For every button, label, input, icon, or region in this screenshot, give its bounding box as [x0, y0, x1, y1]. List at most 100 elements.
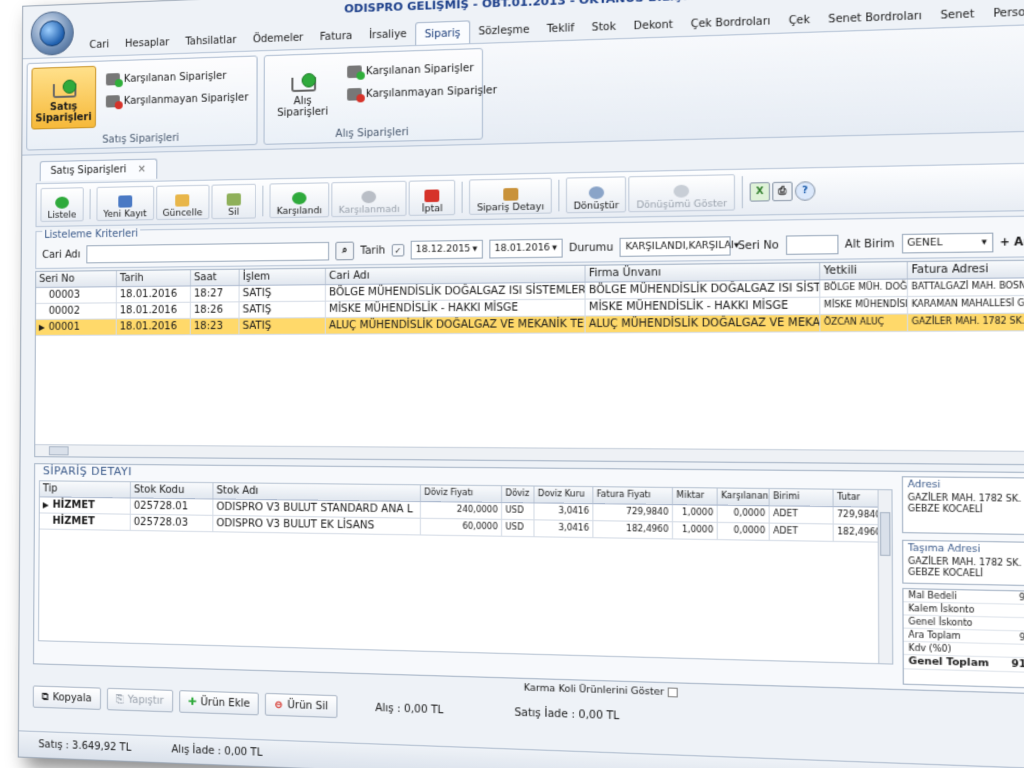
column-header[interactable]: Karşılanan [718, 488, 770, 505]
add-product-button[interactable]: ✚ Ürün Ekle [179, 690, 259, 715]
shipping-address-text[interactable]: GAZİLER MAH. 1782 SK. NO:7 GEBZE KOCAELİ [903, 556, 1024, 581]
alt-birim-select[interactable]: GENEL ▾ [901, 233, 992, 254]
total-label: Ara Toplam [908, 630, 960, 641]
excel-icon[interactable]: X [750, 182, 770, 202]
menu-tab[interactable]: Sipariş [415, 20, 470, 45]
update-label: Güncelle [163, 208, 203, 219]
date-from-picker[interactable]: 18.12.2015 ▾ [410, 240, 482, 260]
table-cell: 1,0000 [673, 522, 718, 539]
purchase-unfulfilled-button[interactable]: Karşılanmayan Siparişler [347, 84, 497, 101]
menu-tab[interactable]: Cari [81, 33, 117, 56]
column-header[interactable]: Tarih [117, 270, 191, 286]
column-header[interactable]: Birimi [770, 489, 834, 506]
plus-icon: ✚ [188, 696, 197, 708]
column-header[interactable]: Doviz Kuru [535, 487, 594, 504]
menu-tab[interactable]: Hesaplar [117, 31, 177, 55]
show-conversion-button[interactable]: Dönüşümü Göster [629, 174, 735, 212]
address-label: Adresi [903, 477, 1024, 494]
conversion-icon [674, 185, 690, 198]
table-cell: HİZMET [40, 513, 131, 529]
table-cell: 729,9840 [834, 507, 880, 524]
column-header[interactable]: Stok Adı [213, 483, 421, 501]
purchase-fulfilled-button[interactable]: Karşılanan Siparişler [347, 62, 474, 78]
status-select[interactable]: KARŞILANDI,KARŞILAI ▾ [620, 236, 731, 257]
mixed-box-checkbox[interactable] [667, 687, 677, 697]
detail-vertical-scrollbar[interactable] [877, 490, 892, 663]
column-header[interactable]: Döviz Fiyatı [421, 485, 502, 502]
table-cell: ALUÇ MÜHENDİSLİK DOĞALGAZ VE MEKANİK TES… [586, 315, 821, 332]
order-detail-panel: SİPARİŞ DETAYI Tip Stok Kodu Stok Adı Döviz… [33, 463, 1024, 695]
mixed-box-toggle[interactable]: Karma Koli Ürünlerini Göster [524, 683, 678, 698]
address-text[interactable]: GAZİLER MAH. 1782 SK. NO:7 GEBZE KOCAELİ [903, 493, 1024, 517]
column-header[interactable]: Cari Adı [326, 266, 586, 284]
scroll-thumb[interactable] [49, 446, 69, 455]
app-orb-button[interactable] [31, 11, 74, 56]
menu-tab[interactable]: Personel [984, 0, 1024, 26]
cancel-order-button[interactable]: İptal [409, 180, 456, 216]
list-button[interactable]: Listele [40, 187, 83, 222]
screen: ODISPRO GELİŞMİŞ - OBT.01.2013 - OKYANUS… [0, 0, 1024, 768]
column-header[interactable]: Fatura Fiyatı [593, 487, 673, 504]
table-cell: ▶ HİZMET [40, 497, 131, 513]
column-header[interactable]: Saat [191, 270, 240, 286]
column-header[interactable]: Firma Ünvanı [586, 263, 821, 282]
menu-tab[interactable]: Çek [779, 8, 819, 33]
document-tab[interactable]: Satış Siparişleri × [40, 159, 157, 182]
menu-tab[interactable]: İrsaliye [361, 22, 416, 47]
date-filter-checkbox[interactable]: ✓ [392, 244, 405, 257]
sales-unfulfilled-button[interactable]: Karşılanmayan Siparişler [106, 91, 249, 107]
not-fulfilled-button[interactable]: Karşılanmadı [331, 181, 407, 217]
menu-tab[interactable]: Senet [931, 2, 984, 28]
help-icon[interactable]: ? [795, 181, 816, 201]
sales-fulfilled-button[interactable]: Karşılanan Siparişler [106, 70, 226, 86]
column-header[interactable]: Miktar [673, 488, 718, 505]
menu-tab[interactable]: Dekont [625, 13, 682, 38]
total-value: 912,48 [1019, 633, 1024, 644]
menu-tab[interactable]: Stok [583, 15, 625, 40]
copy-button[interactable]: ⧉ Kopyala [33, 685, 101, 710]
cari-adi-input[interactable] [86, 242, 329, 263]
delete-label: Sil [228, 208, 239, 218]
table-cell: GAZİLER MAH. 1782 SK. NO:7 G [908, 314, 1024, 331]
table-cell-text: 00002 [49, 306, 80, 317]
sales-fulfilled-label: Karşılanan Siparişler [124, 70, 227, 84]
column-header[interactable]: Fatura Adresi [908, 261, 1024, 279]
new-record-button[interactable]: Yeni Kayıt [96, 186, 153, 221]
close-icon[interactable]: × [138, 164, 146, 175]
column-header[interactable]: Stok Kodu [131, 482, 214, 498]
seri-no-input[interactable] [785, 235, 838, 255]
column-header[interactable]: Tutar [834, 490, 880, 507]
update-button[interactable]: Güncelle [156, 185, 210, 220]
menu-tab[interactable]: Ödemeler [245, 26, 312, 51]
fulfilled-label: Karşılandı [277, 206, 322, 217]
menu-tab[interactable]: Sözleşme [470, 18, 538, 43]
cart-icon [51, 79, 77, 102]
menu-tab[interactable]: Tahsilatlar [177, 28, 244, 53]
column-header[interactable]: Tip [40, 481, 131, 497]
column-header[interactable]: İşlem [240, 269, 326, 285]
application-window: ODISPRO GELİŞMİŞ - OBT.01.2013 - OKYANUS… [18, 0, 1024, 768]
scroll-thumb[interactable] [880, 512, 891, 556]
menu-tab[interactable]: Teklif [538, 16, 583, 41]
search-icon[interactable]: ⌕ [335, 242, 354, 261]
table-cell: BÖLGE MÜHENDİSLİK DOĞALGAZ ISI SİSTEMLER… [586, 280, 821, 298]
search-button[interactable]: + Ara... [1000, 236, 1024, 249]
paste-button[interactable]: ⎘ Yapıştır [107, 688, 173, 713]
column-header[interactable]: Yetkili [820, 262, 908, 279]
purchase-orders-big-button[interactable]: Alış Siparişleri [269, 58, 337, 123]
column-header[interactable]: Seri No [36, 271, 117, 287]
menu-tab[interactable]: Çek Bordroları [682, 9, 780, 36]
fulfilled-button[interactable]: Karşılandı [269, 182, 329, 218]
orders-horizontal-scrollbar[interactable] [35, 444, 1024, 464]
remove-product-button[interactable]: ⊖ Ürün Sil [265, 693, 337, 718]
convert-button[interactable]: Dönüştür [566, 176, 627, 213]
date-to-picker[interactable]: 18.01.2016 ▾ [489, 239, 562, 259]
print-icon[interactable]: ⎙ [772, 182, 792, 202]
sales-orders-big-button[interactable]: Satış Siparişleri [31, 66, 96, 130]
table-cell: ALUÇ MÜHENDİSLİK DOĞALGAZ VE MEKANİK TES… [326, 317, 586, 334]
toolbar-separator [90, 189, 91, 219]
order-detail-button[interactable]: Sipariş Detayı [469, 178, 551, 215]
column-header[interactable]: Döviz [502, 486, 534, 502]
delete-button[interactable]: Sil [211, 184, 256, 219]
menu-tab[interactable]: Fatura [311, 24, 360, 48]
